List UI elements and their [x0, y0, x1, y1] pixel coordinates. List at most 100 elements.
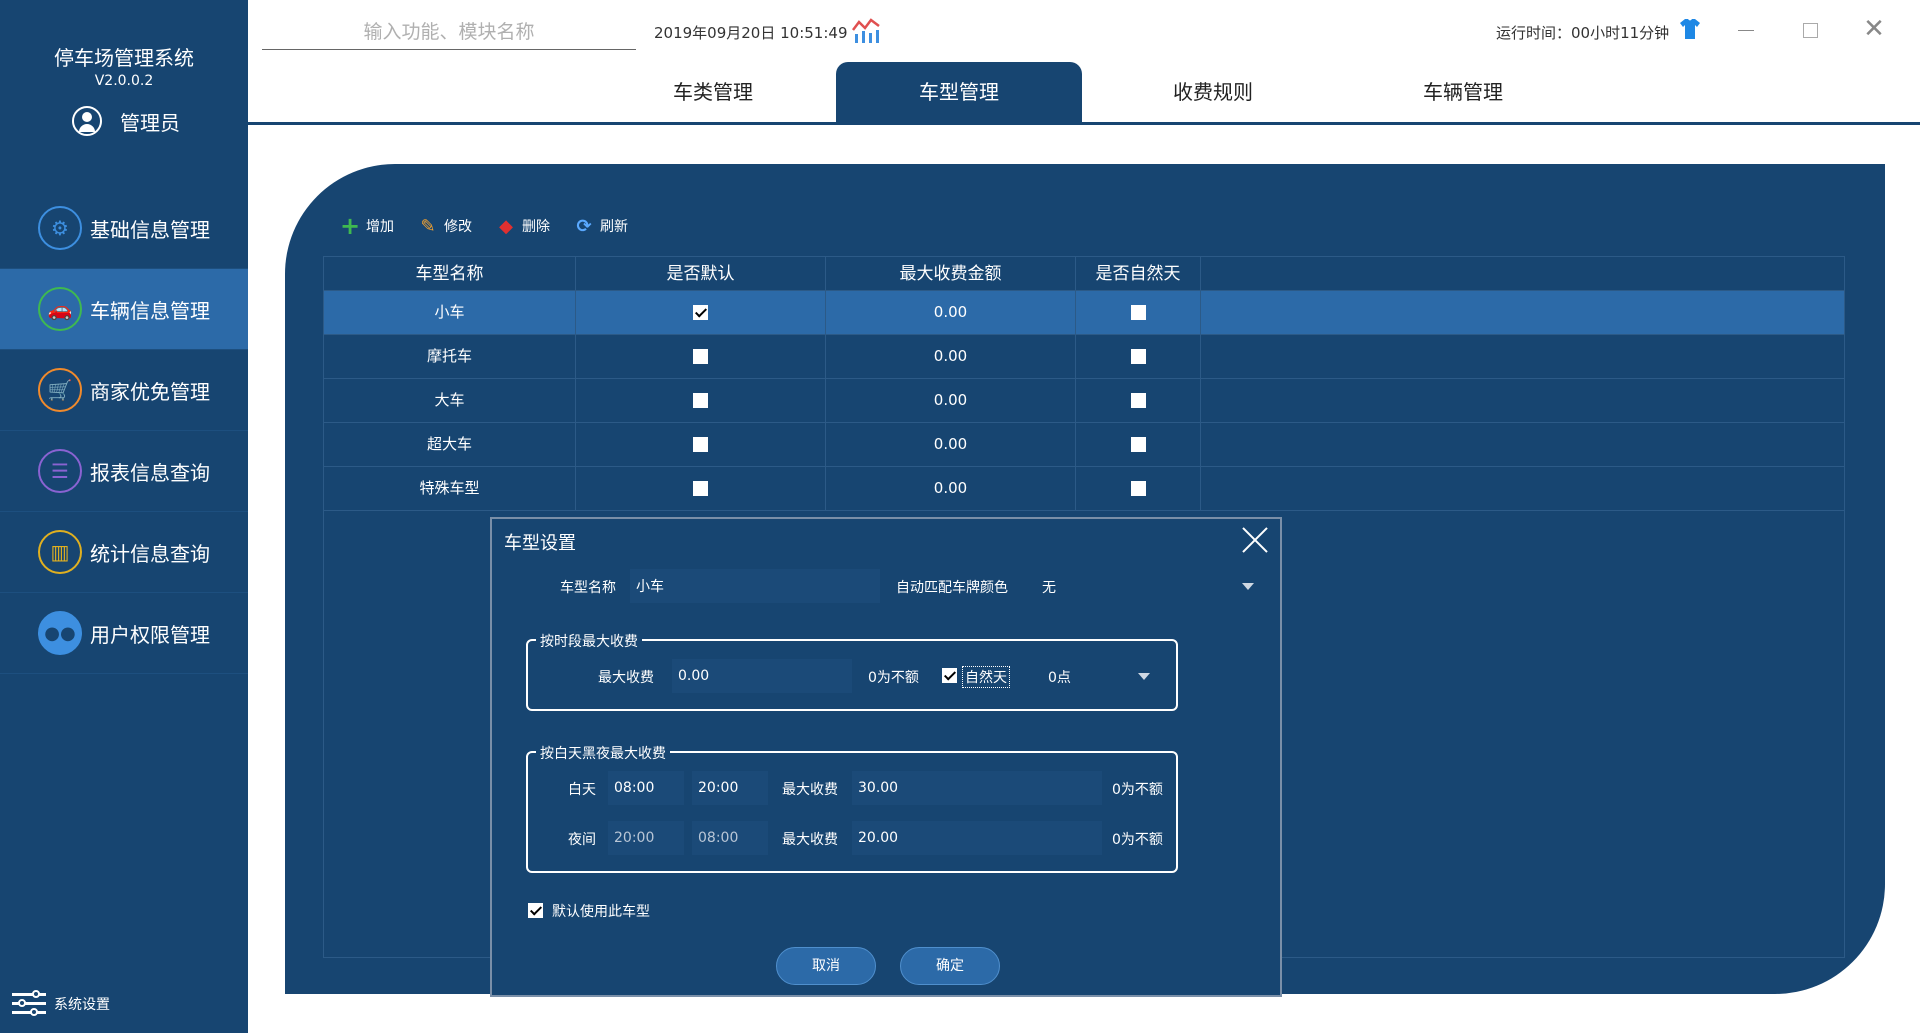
plate-color-value: 无: [1042, 580, 1056, 596]
max-fee-cell: 0.00: [826, 423, 1076, 466]
chevron-down-icon: [1138, 673, 1150, 680]
type-name-cell: 摩托车: [324, 335, 576, 378]
confirm-button[interactable]: 确定: [900, 947, 1000, 985]
close-window-button[interactable]: ✕: [1858, 14, 1890, 44]
type-name-cell: 大车: [324, 379, 576, 422]
table-row[interactable]: 特殊车型 0.00: [324, 467, 1844, 511]
natural-day-checkbox[interactable]: [1130, 349, 1146, 364]
sidebar-item-user-permissions[interactable]: ●● 用户权限管理: [0, 593, 248, 674]
default-cell: [576, 291, 826, 334]
plate-color-select[interactable]: 无: [1034, 569, 1264, 603]
column-header[interactable]: 最大收费金额: [826, 257, 1076, 291]
gear-icon: ⚙: [38, 206, 82, 250]
max-fee-cell: 0.00: [826, 335, 1076, 378]
night-max-fee-label: 最大收费: [782, 832, 838, 848]
day-max-fee-label: 最大收费: [782, 782, 838, 798]
night-start-field[interactable]: [608, 821, 684, 855]
sidebar-item-report-query[interactable]: ☰ 报表信息查询: [0, 431, 248, 512]
empty-cell: [1201, 379, 1844, 422]
tab-fee-rules[interactable]: 收费规则: [1090, 62, 1336, 122]
user-name: 管理员: [120, 110, 180, 135]
day-zero-hint: 0为不额: [1112, 782, 1163, 798]
table-row[interactable]: 摩托车 0.00: [324, 335, 1844, 379]
column-header[interactable]: 是否默认: [576, 257, 826, 291]
sidebar-item-vehicle-info[interactable]: 🚗 车辆信息管理: [0, 269, 248, 350]
column-header-empty: [1201, 257, 1844, 291]
day-night-max-fee-group: 按白天黑夜最大收费 白天 最大收费 0为不额 夜间 最大收费 0为不额: [526, 743, 1178, 873]
dialog-title: 车型设置: [504, 533, 576, 554]
sidebar-item-label: 统计信息查询: [90, 541, 210, 566]
search-input[interactable]: [262, 14, 636, 50]
sidebar-item-label: 报表信息查询: [90, 460, 210, 485]
natural-day-label[interactable]: 自然天: [962, 666, 1010, 688]
column-header[interactable]: 是否自然天: [1076, 257, 1201, 291]
avatar-icon: [72, 106, 102, 136]
sidebar-item-merchant-discount[interactable]: 🛒 商家优免管理: [0, 350, 248, 431]
add-label: 增加: [366, 219, 394, 235]
empty-cell: [1201, 335, 1844, 378]
type-name-field[interactable]: [630, 569, 880, 603]
sidebar-item-label: 用户权限管理: [90, 622, 210, 647]
night-end-field[interactable]: [692, 821, 768, 855]
default-checkbox[interactable]: [693, 481, 708, 496]
tab-vehicle-management[interactable]: 车辆管理: [1340, 62, 1586, 122]
refresh-button[interactable]: ⟳ 刷新: [574, 215, 628, 237]
report-icon: ☰: [38, 449, 82, 493]
natural-day-checkbox[interactable]: [1130, 393, 1146, 408]
default-checkbox[interactable]: [693, 349, 708, 364]
day-end-field[interactable]: [692, 771, 768, 805]
period-max-fee-field[interactable]: [672, 659, 852, 693]
delete-label: 删除: [522, 219, 550, 235]
default-checkbox[interactable]: [693, 437, 708, 452]
default-type-checkbox[interactable]: [528, 903, 543, 918]
sidebar-item-basic-info[interactable]: ⚙ 基础信息管理: [0, 188, 248, 269]
natural-day-checkbox[interactable]: [1130, 481, 1146, 496]
sidebar-item-statistics-query[interactable]: ▥ 统计信息查询: [0, 512, 248, 593]
period-max-fee-group: 按时段最大收费 最大收费 0为不额 自然天 0点: [526, 631, 1178, 711]
edit-button[interactable]: ✎ 修改: [418, 215, 472, 237]
tab-underline: [248, 122, 1920, 125]
users-icon: ●●: [38, 611, 82, 655]
maximize-button[interactable]: [1794, 14, 1826, 44]
tab-vehicle-class[interactable]: 车类管理: [590, 62, 836, 122]
night-zero-hint: 0为不额: [1112, 832, 1163, 848]
day-start-field[interactable]: [608, 771, 684, 805]
natural-day-checkbox[interactable]: [1130, 437, 1146, 452]
cancel-button[interactable]: 取消: [776, 947, 876, 985]
night-max-fee-field[interactable]: [852, 821, 1102, 855]
default-checkbox[interactable]: [693, 305, 708, 320]
shirt-icon[interactable]: [1678, 18, 1702, 40]
natural-day-checkbox[interactable]: [942, 668, 957, 683]
natural-day-checkbox[interactable]: [1130, 305, 1146, 320]
table-row[interactable]: 超大车 0.00: [324, 423, 1844, 467]
empty-cell: [1201, 291, 1844, 334]
column-header[interactable]: 车型名称: [324, 257, 576, 291]
edit-label: 修改: [444, 219, 472, 235]
pencil-icon: ✎: [420, 215, 436, 237]
table-row[interactable]: 小车 0.00: [324, 291, 1844, 335]
type-name-cell: 小车: [324, 291, 576, 334]
runtime: 运行时间：00小时11分钟: [1496, 24, 1670, 42]
tab-vehicle-type[interactable]: 车型管理: [836, 62, 1082, 122]
delete-button[interactable]: ◆ 删除: [496, 216, 550, 237]
sidebar-item-label: 商家优免管理: [90, 379, 210, 404]
default-cell: [576, 379, 826, 422]
line-chart-icon[interactable]: [851, 16, 881, 44]
default-type-label: 默认使用此车型: [552, 904, 650, 920]
sidebar-nav: ⚙ 基础信息管理 🚗 车辆信息管理 🛒 商家优免管理 ☰ 报表信息查询 ▥ 统计…: [0, 188, 248, 674]
system-settings-button[interactable]: 系统设置: [12, 990, 110, 1018]
settings-label: 系统设置: [54, 997, 110, 1013]
table-row[interactable]: 大车 0.00: [324, 379, 1844, 423]
user-info[interactable]: 管理员: [72, 106, 180, 136]
minimize-button[interactable]: [1730, 14, 1762, 44]
close-icon[interactable]: [1238, 523, 1272, 557]
hour-select[interactable]: 0点: [1042, 659, 1162, 693]
default-checkbox[interactable]: [693, 393, 708, 408]
vehicle-type-dialog: 车型设置 车型名称 自动匹配车牌颜色 无 按时段最大收费 最大收费 0为不额 自…: [490, 517, 1282, 997]
app-version: V2.0.0.2: [94, 73, 154, 89]
add-button[interactable]: + 增加: [340, 212, 394, 240]
toolbar: + 增加 ✎ 修改 ◆ 删除 ⟳ 刷新: [340, 212, 652, 240]
day-max-fee-field[interactable]: [852, 771, 1102, 805]
refresh-icon: ⟳: [576, 215, 592, 237]
default-cell: [576, 467, 826, 510]
